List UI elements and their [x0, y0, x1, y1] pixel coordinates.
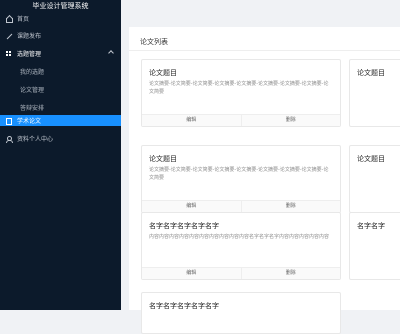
- card-actions: 编辑 删除: [142, 200, 340, 212]
- pen-icon: [6, 33, 12, 39]
- paper-card: 名字名字: [349, 212, 400, 280]
- person-icon: [6, 135, 13, 143]
- delete-button[interactable]: 删除: [242, 201, 341, 212]
- sidebar-item-label: 学术论文: [17, 118, 42, 125]
- sidebar-item-label: 首页: [17, 16, 30, 23]
- sidebar-item-profile[interactable]: 资料个人中心: [0, 133, 121, 144]
- card-title: 名字名字: [357, 222, 385, 230]
- card-title: 论文题目: [149, 155, 177, 163]
- main-panel: 论文列表 论文题目 论文摘要-论文简要-论文简要-论文摘要-论文摘要-论文摘要-…: [129, 27, 400, 334]
- chevron-up-icon: [108, 50, 114, 56]
- divider: [129, 50, 400, 51]
- paper-card: 论文题目: [349, 59, 400, 127]
- card-title: 论文题目: [357, 69, 385, 77]
- page-title: 论文列表: [140, 38, 168, 46]
- paper-card: 名字名字名字名字名字 内容内容内容内容内容内容内容内容内容内容名字名字名字内容内…: [141, 212, 341, 280]
- card-description: 论文摘要-论文简要-论文简要-论文摘要-论文摘要-论文摘要-论文摘要-论文摘要-…: [149, 167, 329, 181]
- card-actions: 编辑 删除: [142, 114, 340, 126]
- sidebar-item-label: 资料个人中心: [17, 136, 54, 143]
- sidebar: 毕业设计管理系统 首页 课题发布 选题管理 我的选题 论文管理 答辩安排 学术论…: [0, 0, 121, 310]
- document-icon: [6, 117, 12, 125]
- paper-card: 论文题目 论文摘要-论文简要-论文简要-论文摘要-论文摘要-论文摘要-论文摘要-…: [141, 59, 341, 127]
- paper-card: 论文题目 论文摘要-论文简要-论文简要-论文摘要-论文摘要-论文摘要-论文摘要-…: [141, 145, 341, 213]
- card-actions: 编辑 删除: [142, 267, 340, 279]
- paper-card: 论文题目: [349, 145, 400, 213]
- sidebar-item-defense[interactable]: 答辩安排: [0, 102, 121, 113]
- card-description: 论文摘要-论文简要-论文简要-论文摘要-论文摘要-论文摘要-论文摘要-论文摘要-…: [149, 81, 329, 95]
- card-title: 名字名字名字名字名字: [149, 222, 219, 230]
- sidebar-item-topic-publish[interactable]: 课题发布: [0, 30, 121, 41]
- card-description: 内容内容内容内容内容内容内容内容内容内容名字名字名字内容内容内容内容内容: [149, 234, 330, 240]
- sidebar-item-home[interactable]: 首页: [0, 13, 121, 24]
- sidebar-item-papers[interactable]: 学术论文: [0, 115, 121, 126]
- sidebar-item-paper-manage[interactable]: 论文管理: [0, 84, 121, 95]
- edit-button[interactable]: 编辑: [142, 201, 242, 212]
- sidebar-item-label: 选题管理: [17, 51, 42, 58]
- delete-button[interactable]: 删除: [242, 268, 341, 279]
- paper-card: 名字名字名字名字名字: [141, 292, 341, 334]
- card-title: 论文题目: [357, 155, 385, 163]
- edit-button[interactable]: 编辑: [142, 268, 242, 279]
- sidebar-item-label: 课题发布: [17, 33, 42, 40]
- sidebar-item-label: 论文管理: [20, 87, 45, 94]
- home-icon: [6, 16, 13, 23]
- app-title: 毕业设计管理系统: [32, 2, 89, 10]
- sidebar-item-my-topic[interactable]: 我的选题: [0, 66, 121, 77]
- sidebar-item-topic-manage[interactable]: 选题管理: [0, 48, 121, 59]
- edit-button[interactable]: 编辑: [142, 115, 242, 126]
- card-title: 论文题目: [149, 69, 177, 77]
- sidebar-item-label: 我的选题: [20, 69, 45, 76]
- grid-icon: [6, 50, 12, 57]
- delete-button[interactable]: 删除: [242, 115, 341, 126]
- sidebar-item-label: 答辩安排: [20, 105, 45, 112]
